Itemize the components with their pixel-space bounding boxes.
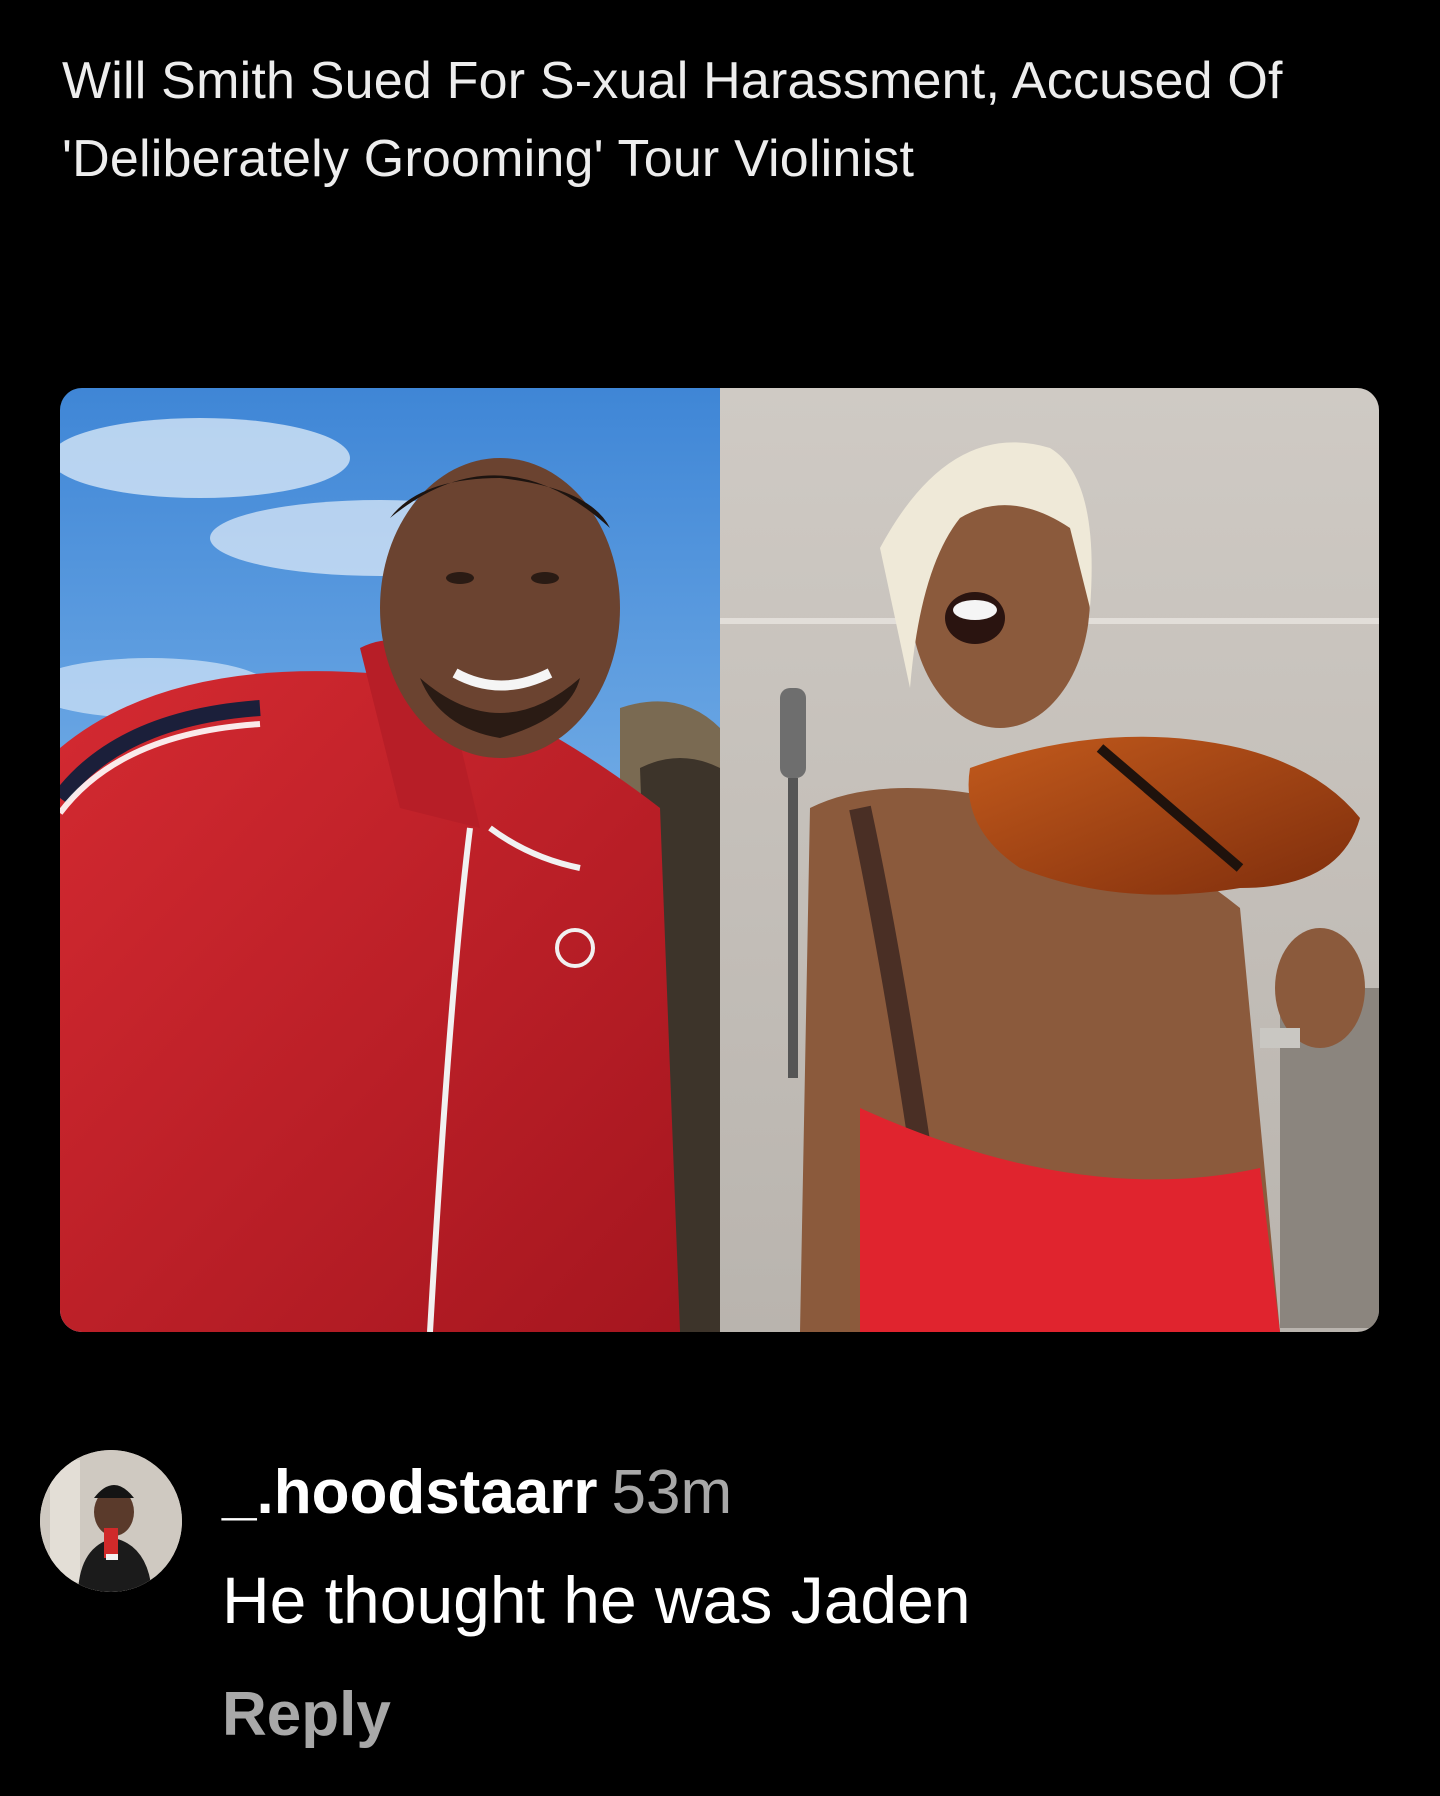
reply-button[interactable]: Reply <box>222 1678 391 1752</box>
photo-right-violinist <box>720 388 1379 1332</box>
comment-username[interactable]: _.hoodstaarr <box>222 1458 598 1527</box>
photo-left-man-red-jacket <box>60 388 720 1332</box>
post-image[interactable] <box>60 388 1379 1332</box>
photo-right-graphic <box>720 388 1379 1332</box>
avatar-graphic <box>40 1450 182 1592</box>
comment-header: _.hoodstaarr 53m <box>222 1456 732 1530</box>
avatar[interactable] <box>40 1450 182 1592</box>
post-headline: Will Smith Sued For S-xual Harassment, A… <box>62 52 1283 188</box>
comment-text: He thought he was Jaden <box>222 1563 971 1637</box>
comment: _.hoodstaarr 53m He thought he was Jaden … <box>40 1450 1400 1770</box>
comment-timestamp: 53m <box>611 1458 733 1527</box>
photo-left-graphic <box>60 388 720 1332</box>
